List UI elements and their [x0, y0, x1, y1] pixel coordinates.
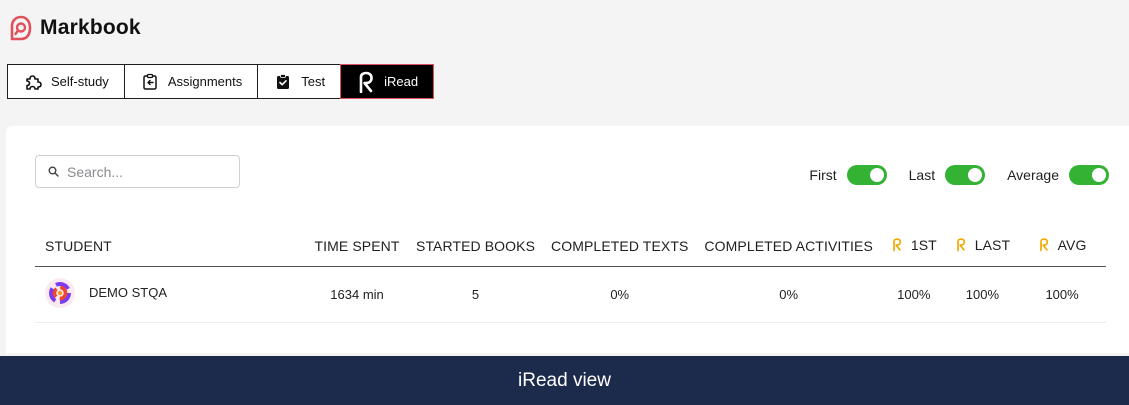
caption-bar: iRead view [0, 356, 1129, 405]
tab-label: Self-study [51, 74, 109, 89]
table-header-row: STUDENT TIME SPENT STARTED BOOKS COMPLET… [35, 226, 1106, 267]
first-score-cell: 100% [880, 266, 947, 323]
tab-label: Test [301, 74, 326, 89]
main-card: First Last Average STUDENT TIME SPENT ST… [6, 126, 1129, 353]
table-row[interactable]: DEMO STQA 1634 min 5 0% 0% 100% 100% 100… [35, 266, 1106, 323]
iread-logo-icon [892, 238, 901, 252]
col-time-spent[interactable]: TIME SPENT [306, 226, 408, 267]
average-switch[interactable] [1069, 165, 1109, 185]
search-box[interactable] [35, 155, 240, 188]
switch-knob [1092, 168, 1106, 182]
col-student[interactable]: STUDENT [35, 226, 307, 267]
iread-logo-icon [1039, 238, 1048, 252]
student-name: DEMO STQA [89, 285, 168, 300]
toggle-last: Last [908, 165, 986, 185]
search-icon [48, 166, 59, 177]
avg-score-cell: 100% [1018, 266, 1106, 323]
search-input[interactable] [67, 163, 227, 180]
toggle-average: Average [1007, 165, 1109, 185]
toggle-label: Average [1007, 167, 1059, 183]
toggle-label: First [809, 167, 837, 183]
col-first[interactable]: 1ST [880, 226, 947, 267]
col-label: LAST [974, 236, 1011, 253]
col-label: AVG [1057, 236, 1087, 253]
tab-iread[interactable]: iRead [340, 64, 435, 99]
iread-logo-icon [956, 238, 965, 252]
col-started-books[interactable]: STARTED BOOKS [408, 226, 544, 267]
col-label: 1ST [910, 236, 937, 253]
brand[interactable]: Markbook [10, 14, 141, 42]
caption-text: iRead view [518, 369, 611, 391]
col-completed-texts[interactable]: COMPLETED TEXTS [543, 226, 697, 267]
col-completed-activities[interactable]: COMPLETED ACTIVITIES [696, 226, 881, 267]
toggle-label: Last [908, 167, 936, 183]
iread-logo-icon [356, 71, 376, 93]
started-books-cell: 5 [408, 266, 544, 323]
toggle-first: First [809, 165, 887, 185]
student-cell: DEMO STQA [35, 266, 307, 323]
clipboard-arrow-icon [140, 72, 160, 92]
clipboard-check-icon [273, 72, 293, 92]
app-title: Markbook [40, 16, 141, 39]
switch-knob [968, 168, 983, 182]
tab-label: Assignments [167, 74, 243, 89]
students-table: STUDENT TIME SPENT STARTED BOOKS COMPLET… [35, 226, 1106, 323]
markbook-logo-icon [10, 15, 32, 41]
tab-label: iRead [384, 74, 419, 89]
first-switch[interactable] [846, 165, 887, 185]
switch-knob [869, 168, 884, 182]
avatar [45, 277, 75, 308]
col-last[interactable]: LAST [946, 226, 1019, 267]
time-spent-cell: 1634 min [306, 266, 408, 323]
page-header: Markbook Self-study Assignments Test iRe… [0, 0, 1129, 126]
tab-assignments[interactable]: Assignments [123, 64, 259, 99]
completed-texts-cell: 0% [543, 266, 697, 323]
view-tabs: Self-study Assignments Test iRead [7, 64, 435, 99]
tab-test[interactable]: Test [257, 64, 342, 99]
score-toggles: First Last Average [787, 163, 1109, 187]
tab-self-study[interactable]: Self-study [7, 64, 125, 99]
puzzle-icon [23, 72, 43, 92]
last-switch[interactable] [945, 165, 986, 185]
completed-activities-cell: 0% [696, 266, 881, 323]
last-score-cell: 100% [946, 266, 1019, 323]
col-avg[interactable]: AVG [1018, 226, 1106, 267]
